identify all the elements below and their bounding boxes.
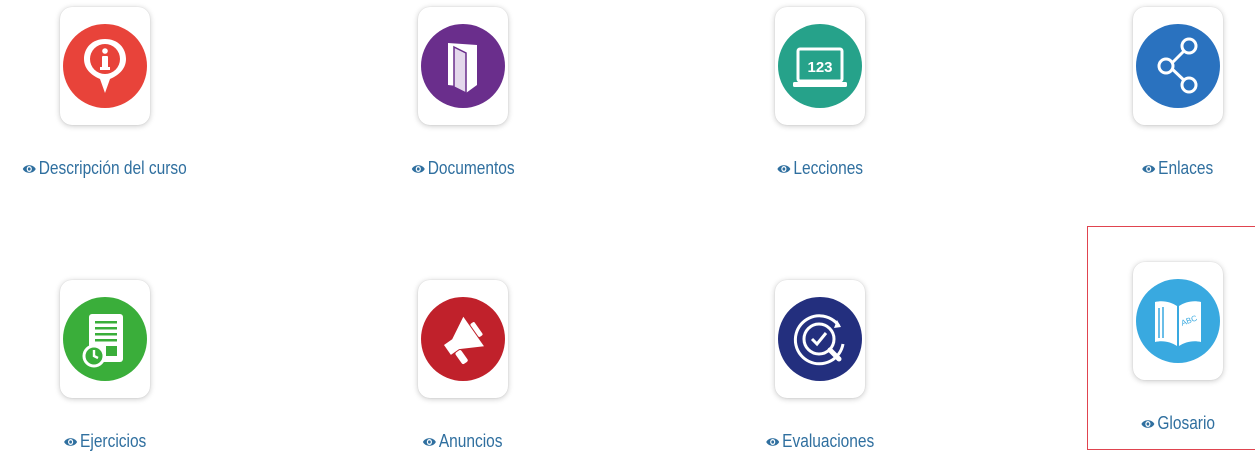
course-description-label: Descripción del curso <box>39 158 188 178</box>
tool-lessons[interactable]: 123 Lecciones <box>670 7 970 179</box>
lessons-label: Lecciones <box>793 158 864 178</box>
eye-icon <box>1142 164 1156 173</box>
info-pin-icon <box>63 24 147 108</box>
course-description-link[interactable]: Descripción del curso <box>23 158 187 179</box>
tool-documents[interactable]: Documentos <box>313 7 613 179</box>
documents-link[interactable]: Documentos <box>411 158 515 179</box>
tool-glossary[interactable]: ABC Glosario <box>1028 262 1255 434</box>
exercises-card[interactable] <box>60 280 150 398</box>
lessons-link[interactable]: Lecciones <box>777 158 863 179</box>
tool-links[interactable]: Enlaces <box>1028 7 1255 179</box>
share-link-icon <box>1136 24 1220 108</box>
open-book-icon: ABC <box>1136 279 1220 363</box>
documents-card[interactable] <box>418 7 508 125</box>
links-card[interactable] <box>1133 7 1223 125</box>
folder-icon <box>421 24 505 108</box>
eye-icon <box>423 437 437 446</box>
evaluations-card[interactable] <box>775 280 865 398</box>
announcements-link[interactable]: Anuncios <box>423 431 503 452</box>
exercises-link[interactable]: Ejercicios <box>64 431 147 452</box>
announcements-card[interactable] <box>418 280 508 398</box>
links-link[interactable]: Enlaces <box>1142 158 1214 179</box>
lessons-card[interactable]: 123 <box>775 7 865 125</box>
announcements-label: Anuncios <box>439 431 504 451</box>
links-label: Enlaces <box>1158 158 1214 178</box>
exercises-label: Ejercicios <box>80 431 147 451</box>
evaluations-link[interactable]: Evaluaciones <box>766 431 874 452</box>
glossary-card[interactable]: ABC <box>1133 262 1223 380</box>
checkmark-magnifier-icon <box>778 297 862 381</box>
evaluations-label: Evaluaciones <box>782 431 875 451</box>
tool-exercises[interactable]: Ejercicios <box>0 280 255 452</box>
megaphone-icon <box>421 297 505 381</box>
eye-icon <box>23 164 37 173</box>
glossary-link[interactable]: Glosario <box>1141 413 1215 434</box>
lessons-board-text: 123 <box>807 59 832 76</box>
eye-icon <box>766 437 780 446</box>
exercise-clipboard-icon <box>63 297 147 381</box>
eye-icon <box>1141 419 1155 428</box>
numbered-board-icon: 123 <box>778 24 862 108</box>
tool-announcements[interactable]: Anuncios <box>313 280 613 452</box>
tool-course-description[interactable]: Descripción del curso <box>0 7 255 179</box>
eye-icon <box>411 164 425 173</box>
course-description-card[interactable] <box>60 7 150 125</box>
eye-icon <box>64 437 78 446</box>
glossary-label: Glosario <box>1157 413 1215 433</box>
eye-icon <box>777 164 791 173</box>
tool-evaluations[interactable]: Evaluaciones <box>670 280 970 452</box>
documents-label: Documentos <box>427 158 515 178</box>
